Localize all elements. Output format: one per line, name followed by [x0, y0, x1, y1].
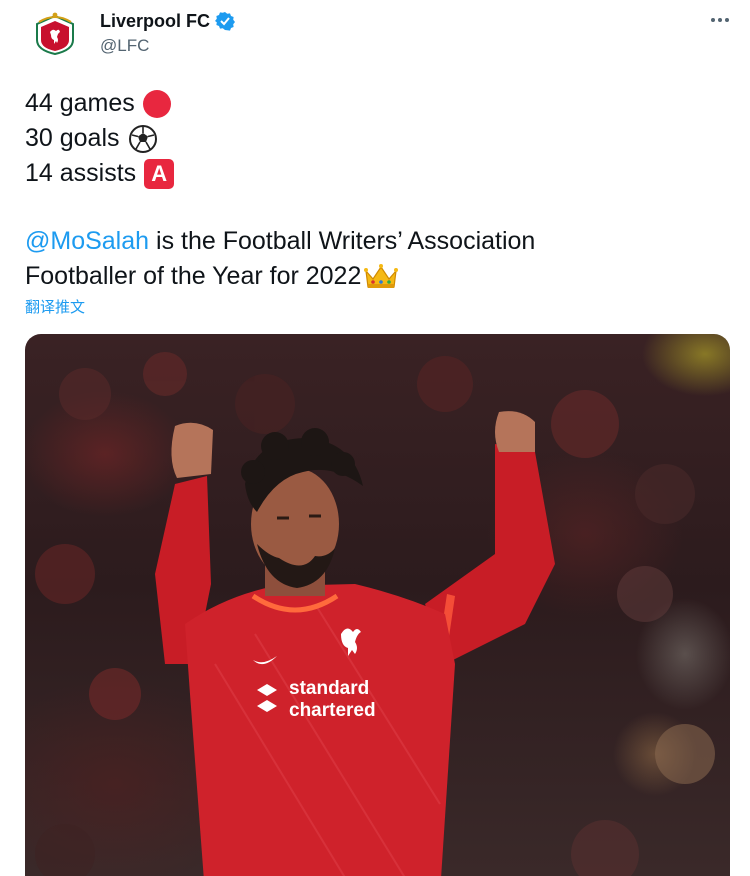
red-circle-icon [142, 89, 171, 118]
more-dot-icon [718, 18, 722, 22]
author-name[interactable]: Liverpool FC [100, 10, 210, 32]
translate-tweet-link[interactable]: 翻译推文 [25, 298, 85, 318]
stat-line-games: 44 games [25, 86, 174, 121]
letter-a-icon: A [144, 158, 175, 189]
stat-text: 14 assists [25, 159, 137, 187]
soccer-ball-icon [128, 124, 158, 154]
stat-line-assists: 14 assists A [25, 156, 175, 191]
author-name-row: Liverpool FC [100, 10, 236, 32]
player-figure: standard chartered [155, 411, 555, 876]
sentence-line-2: Footballer of the Year for 2022 [25, 259, 725, 294]
stat-text: 44 games [25, 89, 135, 117]
crown-icon [363, 263, 399, 291]
sentence-line-1: @MoSalah is the Football Writers’ Associ… [25, 224, 725, 259]
sponsor-text-line2: chartered [289, 700, 376, 721]
more-dot-icon [711, 18, 715, 22]
tweet-card: Liverpool FC @LFC 44 games 30 goals 14 a… [0, 0, 750, 876]
lfc-crest-avatar[interactable] [33, 10, 77, 56]
sentence-text: is the Football Writers’ Association [149, 227, 536, 255]
tweet-sentence: @MoSalah is the Football Writers’ Associ… [25, 224, 725, 294]
stat-line-goals: 30 goals [25, 121, 174, 156]
tweet-stats: 44 games 30 goals 14 assists A [25, 86, 175, 191]
mention-link[interactable]: @MoSalah [25, 224, 149, 259]
more-options-button[interactable] [706, 10, 734, 30]
sentence-text: Footballer of the Year for 2022 [25, 262, 362, 290]
sponsor-text-line1: standard [289, 678, 369, 699]
verified-badge-icon [215, 11, 236, 31]
author-handle[interactable]: @LFC [100, 36, 149, 56]
stat-text: 30 goals [25, 124, 120, 152]
tweet-photo[interactable]: standard chartered [25, 334, 730, 876]
more-dot-icon [725, 18, 729, 22]
